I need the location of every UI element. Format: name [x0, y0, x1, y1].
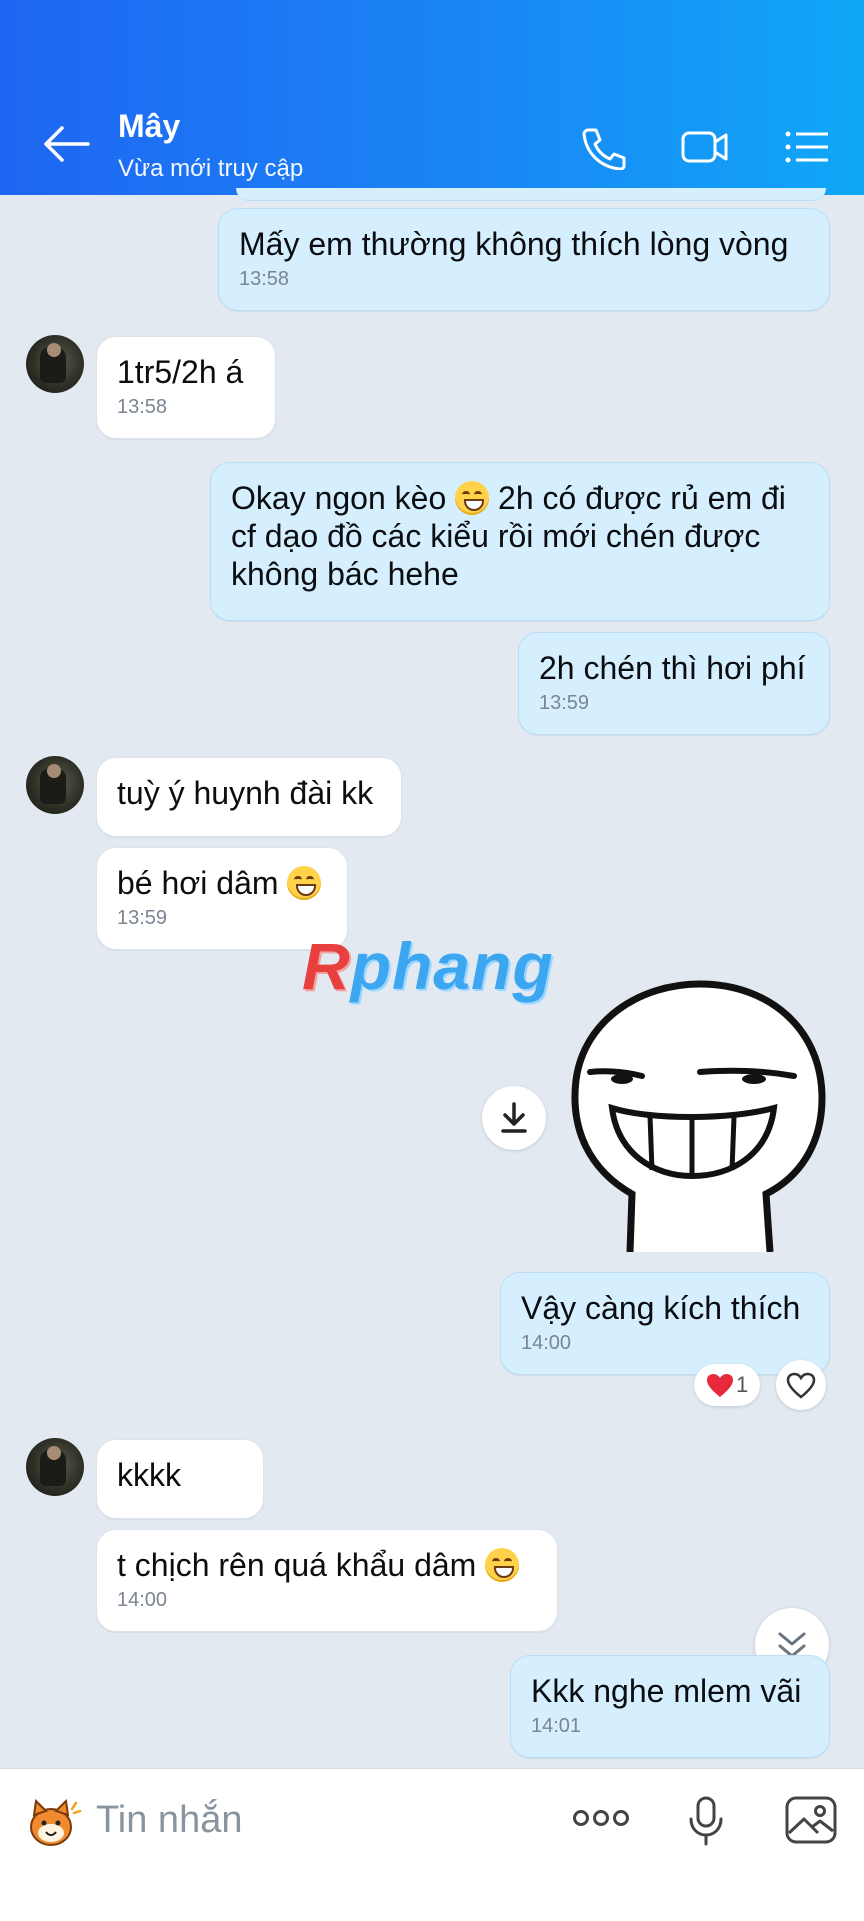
sticker-cat-icon[interactable]	[24, 1795, 82, 1853]
menu-list-icon[interactable]	[782, 124, 832, 170]
heart-outline-icon	[786, 1372, 816, 1399]
more-options-icon[interactable]	[572, 1805, 630, 1831]
message-composer: Tin nhắn	[0, 1768, 864, 1921]
image-gallery-icon[interactable]	[784, 1795, 838, 1845]
message-received[interactable]: 1tr5/2h á 13:58	[96, 336, 276, 439]
message-sent[interactable]: 2h chén thì hơi phí 13:59	[518, 632, 830, 735]
phone-icon[interactable]	[578, 124, 628, 170]
reaction-summary[interactable]: 1	[694, 1364, 760, 1406]
grinning-meme-sticker[interactable]	[560, 980, 830, 1252]
react-button[interactable]	[776, 1360, 826, 1410]
heart-icon	[707, 1374, 733, 1397]
previous-message-edge	[236, 188, 826, 201]
message-sent[interactable]: Kkk nghe mlem vãi 14:01	[510, 1655, 830, 1758]
laughing-emoji-icon	[287, 866, 322, 900]
laughing-emoji-icon	[455, 481, 490, 515]
watermark-logo: Rphang	[302, 929, 554, 1003]
contact-avatar[interactable]	[26, 335, 84, 393]
message-sent[interactable]: Mấy em thường không thích lòng vòng 13:5…	[218, 208, 830, 311]
contact-avatar[interactable]	[26, 756, 84, 814]
contact-name[interactable]: Mây	[118, 108, 180, 145]
microphone-icon[interactable]	[686, 1795, 726, 1847]
download-sticker-button[interactable]	[482, 1086, 546, 1150]
message-received[interactable]: kkkk	[96, 1439, 264, 1519]
contact-avatar[interactable]	[26, 1438, 84, 1496]
message-received[interactable]: t chịch rên quá khẩu dâm 14:00	[96, 1529, 558, 1632]
chat-header: Mây Vừa mới truy cập	[0, 0, 864, 195]
contact-status: Vừa mới truy cập	[118, 155, 304, 182]
video-call-icon[interactable]	[680, 124, 730, 170]
message-input[interactable]: Tin nhắn	[96, 1799, 242, 1842]
message-sent[interactable]: Okay ngon kèo 2h có được rủ em đi cf dạo…	[210, 462, 830, 621]
laughing-emoji-icon	[485, 1548, 520, 1582]
download-icon	[501, 1102, 527, 1133]
back-arrow-icon[interactable]	[42, 122, 92, 166]
message-received[interactable]: tuỳ ý huynh đài kk	[96, 757, 402, 837]
